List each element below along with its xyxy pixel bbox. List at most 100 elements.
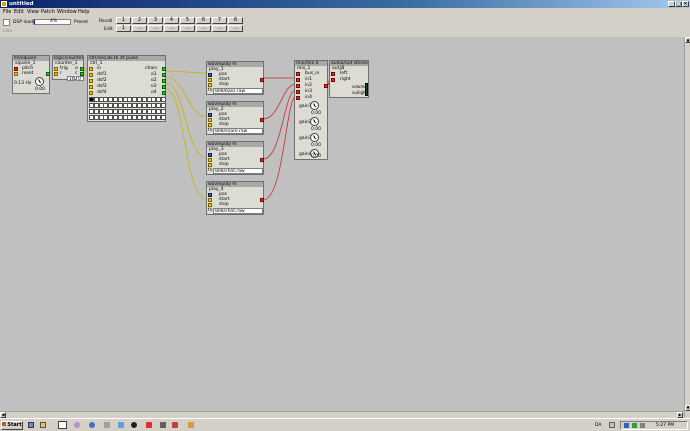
quicklaunch-red-icon[interactable] <box>146 422 152 428</box>
maximize-icon[interactable]: □ <box>675 1 682 7</box>
mix-4-object[interactable]: mix/mix 4 mix_1 bus_in in1 in2 in3 in4 g… <box>294 60 328 160</box>
play-1-file-field[interactable]: 808/bass.raw <box>213 88 263 94</box>
play-3-start-inlet[interactable] <box>208 158 212 162</box>
preset-edit-7-button[interactable]: ... <box>212 25 227 32</box>
seq-dsf1-inlet[interactable] <box>89 73 93 77</box>
play-3-pos-inlet[interactable] <box>208 153 212 157</box>
preset-edit-5-button[interactable]: ... <box>180 25 195 32</box>
play-4-object[interactable]: wave/play fn play_4 pos start stop fn 80… <box>206 181 264 215</box>
seq-o2-outlet[interactable] <box>162 79 166 83</box>
lfo-square-object[interactable]: lfo/square square_1 pitch reset 0.13 Hz … <box>12 55 50 94</box>
play-1-object[interactable]: wave/play fn play_1 pos start stop fn 80… <box>206 61 264 95</box>
seq-step-grid[interactable] <box>88 96 166 121</box>
quicklaunch-misc-icon[interactable] <box>188 422 194 428</box>
counter-trig-inlet[interactable] <box>54 67 58 71</box>
menu-file[interactable]: File <box>3 9 11 15</box>
minimize-icon[interactable]: _ <box>668 1 675 7</box>
quicklaunch-browser-icon[interactable] <box>89 422 95 428</box>
play-3-file-field[interactable]: 808/chat.raw <box>213 168 263 174</box>
preset-edit-6-button[interactable]: ... <box>196 25 211 32</box>
seq-o1-outlet[interactable] <box>162 73 166 77</box>
quicklaunch-media-icon[interactable] <box>74 422 80 428</box>
play-4-outlet[interactable] <box>260 198 264 202</box>
play-2-file-field[interactable]: 808/snare.raw <box>213 128 263 134</box>
square-pitch-inlet[interactable] <box>14 67 18 71</box>
play-2-stop-inlet[interactable] <box>208 123 212 127</box>
out-right-inlet[interactable] <box>331 78 335 82</box>
mix-bus-in-inlet[interactable] <box>296 72 300 76</box>
square-outlet[interactable] <box>46 72 50 76</box>
play-4-start-inlet[interactable] <box>208 198 212 202</box>
play-2-outlet[interactable] <box>260 118 264 122</box>
preset-recall-3-button[interactable]: 3 <box>148 17 163 24</box>
out-left-inlet[interactable] <box>331 72 335 76</box>
quicklaunch-folder-icon[interactable] <box>40 422 46 428</box>
tray-volume-icon[interactable] <box>640 423 645 428</box>
horizontal-scrollbar[interactable]: ◀ ▶ <box>0 411 684 418</box>
seq-in-inlet[interactable] <box>89 67 93 71</box>
quicklaunch-audio-icon[interactable] <box>131 422 137 428</box>
mix-gain3-knob[interactable] <box>310 133 319 142</box>
scroll-up-icon[interactable]: ▲ <box>685 37 690 43</box>
play-4-file-field[interactable]: 808/chat.raw <box>213 208 263 214</box>
mix-gain2-knob[interactable] <box>310 117 319 126</box>
menu-help[interactable]: Help <box>78 9 89 15</box>
dsp-checkbox[interactable] <box>3 19 10 26</box>
preset-recall-5-button[interactable]: 5 <box>180 17 195 24</box>
close-icon[interactable]: × <box>682 1 689 7</box>
seq-o4-outlet[interactable] <box>162 91 166 95</box>
counter-o-outlet[interactable] <box>80 67 84 71</box>
menu-window[interactable]: Window <box>57 9 77 15</box>
preset-recall-8-button[interactable]: 8 <box>228 17 243 24</box>
preset-recall-1-button[interactable]: 1 <box>116 17 131 24</box>
preset-recall-2-button[interactable]: 2 <box>132 17 147 24</box>
preset-edit-1-button[interactable]: 1 <box>116 25 131 32</box>
seq-o3-outlet[interactable] <box>162 85 166 89</box>
seq-dsf3-inlet[interactable] <box>89 85 93 89</box>
menu-edit[interactable]: Edit <box>14 9 24 15</box>
play-4-stop-inlet[interactable] <box>208 203 212 207</box>
counter-max-field[interactable]: 16 <box>67 76 75 81</box>
tray-status-icon[interactable] <box>632 423 637 428</box>
counter-value-field[interactable]: 0 <box>76 76 84 81</box>
preset-recall-4-button[interactable]: 4 <box>164 17 179 24</box>
seq-dsf4-inlet[interactable] <box>89 91 93 95</box>
square-reset-inlet[interactable] <box>14 72 18 76</box>
scroll-down-icon[interactable]: ▼ <box>685 405 690 411</box>
preset-edit-3-button[interactable]: ... <box>148 25 163 32</box>
mix-outlet[interactable] <box>324 84 328 88</box>
quicklaunch-window-icon[interactable] <box>58 421 67 429</box>
mix-in1-inlet[interactable] <box>296 78 300 82</box>
language-indicator[interactable]: DA <box>595 423 601 428</box>
seq-step-cell[interactable] <box>161 97 166 102</box>
audio-out-object[interactable]: audio/out stereo out_1 in left right vol… <box>329 60 369 98</box>
quicklaunch-tool-icon[interactable] <box>104 422 110 428</box>
mix-in2-inlet[interactable] <box>296 84 300 88</box>
patch-canvas[interactable]: lfo/square square_1 pitch reset 0.13 Hz … <box>0 37 684 418</box>
mix-in3-inlet[interactable] <box>296 90 300 94</box>
seq-dsf2-inlet[interactable] <box>89 79 93 83</box>
play-1-start-inlet[interactable] <box>208 78 212 82</box>
play-1-pos-inlet[interactable] <box>208 73 212 77</box>
clock[interactable]: 5:27 PM <box>656 423 674 428</box>
mix-in4-inlet[interactable] <box>296 96 300 100</box>
preset-edit-8-button[interactable]: ... <box>228 25 243 32</box>
tray-keyboard-icon[interactable] <box>609 422 615 428</box>
logic-counter-object[interactable]: logic/counter counter_1 trig o r c 16 0 <box>52 55 84 81</box>
preset-recall-6-button[interactable]: 6 <box>196 17 211 24</box>
seq-chain-outlet[interactable] <box>162 67 166 71</box>
play-3-object[interactable]: wave/play fn play_3 pos start stop fn 80… <box>206 141 264 175</box>
play-2-pos-inlet[interactable] <box>208 113 212 117</box>
preset-edit-4-button[interactable]: ... <box>164 25 179 32</box>
square-pitch-knob[interactable] <box>35 77 44 86</box>
menu-patch[interactable]: Patch <box>41 9 55 15</box>
quicklaunch-pdf-icon[interactable] <box>172 422 178 428</box>
preset-edit-2-button[interactable]: ... <box>132 25 147 32</box>
menu-view[interactable]: View <box>27 9 39 15</box>
quicklaunch-desktop-icon[interactable] <box>28 422 34 428</box>
mix-gain1-knob[interactable] <box>310 101 319 110</box>
play-1-stop-inlet[interactable] <box>208 83 212 87</box>
seq-step-cell[interactable] <box>161 115 166 120</box>
play-3-outlet[interactable] <box>260 158 264 162</box>
play-2-start-inlet[interactable] <box>208 118 212 122</box>
